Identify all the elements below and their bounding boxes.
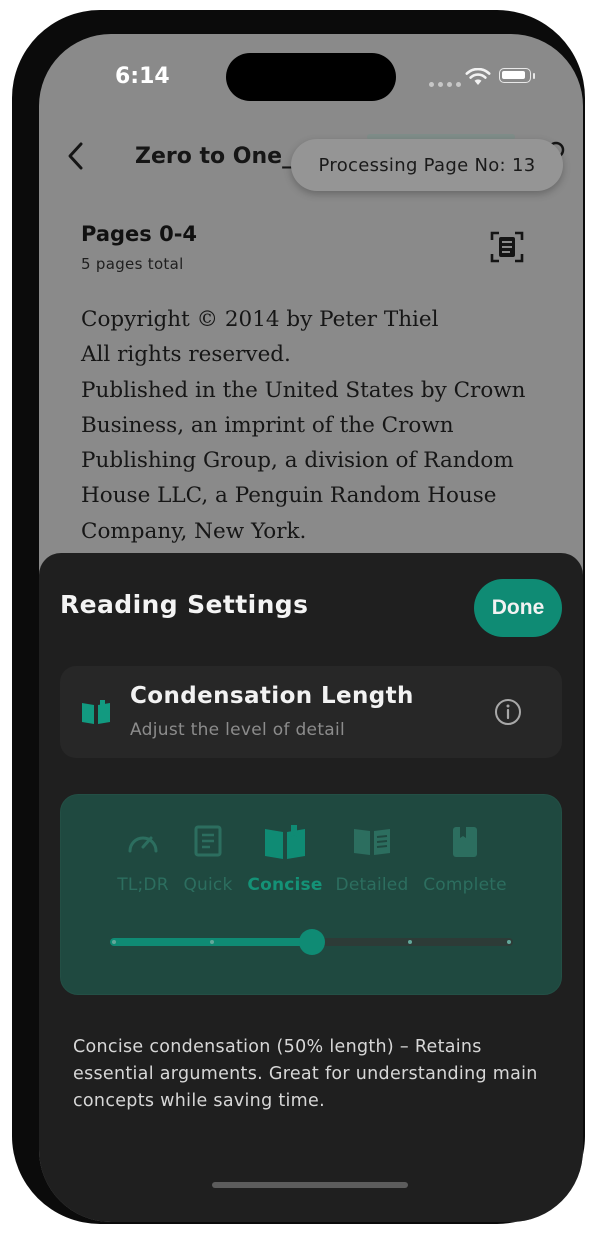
slider-thumb[interactable] — [298, 929, 325, 955]
book-text-line: House LLC, a Penguin Random House — [81, 483, 497, 509]
open-book-icon — [82, 700, 110, 724]
book-text: Copyright © 2014 by Peter Thiel All righ… — [81, 302, 551, 549]
sheet-title: Reading Settings — [60, 590, 309, 619]
processing-toast: Processing Page No: 13 — [291, 139, 563, 191]
pages-count: 5 pages total — [81, 255, 184, 273]
level-label: Concise — [247, 875, 323, 895]
level-option-detailed[interactable]: Detailed — [329, 825, 415, 895]
slider-step-dot — [507, 940, 511, 944]
book-text-line: Company, New York. — [81, 518, 307, 544]
condensation-title: Condensation Length — [130, 683, 414, 709]
wifi-icon — [465, 68, 491, 85]
condensation-level-selector: TL;DR Quick Concise Detailed Complete — [60, 794, 562, 995]
book-text-line: Business, an imprint of the Crown — [81, 412, 454, 438]
slider-step-dot — [112, 940, 116, 944]
info-icon[interactable] — [493, 697, 523, 727]
bookmark-book-icon — [453, 827, 477, 857]
screen: 6:14 Zero to One_ M Processing Page No: … — [39, 34, 583, 1222]
condensation-subtitle: Adjust the level of detail — [130, 720, 346, 740]
level-option-complete[interactable]: Complete — [422, 825, 508, 895]
book-text-line: Copyright © 2014 by Peter Thiel — [81, 307, 439, 332]
level-option-quick[interactable]: Quick — [165, 825, 251, 895]
level-option-concise[interactable]: Concise — [242, 825, 328, 895]
condensation-length-card: Condensation Length Adjust the level of … — [60, 666, 562, 758]
level-label: Complete — [423, 875, 507, 895]
open-book-icon — [265, 825, 305, 859]
speedometer-icon — [128, 836, 158, 853]
cellular-signal-icon — [429, 82, 461, 87]
chevron-left-icon[interactable] — [63, 138, 89, 174]
battery-icon — [499, 68, 531, 83]
document-icon — [194, 825, 222, 857]
book-lines-icon — [354, 829, 390, 855]
dynamic-island — [226, 53, 396, 101]
document-title: Zero to One_ M — [135, 144, 301, 169]
slider-step-dot — [408, 940, 412, 944]
pages-range-title: Pages 0-4 — [81, 222, 198, 246]
phone-frame: 6:14 Zero to One_ M Processing Page No: … — [12, 10, 585, 1224]
document-scan-icon[interactable] — [489, 230, 525, 264]
status-bar: 6:14 — [39, 34, 583, 124]
home-indicator — [212, 1182, 408, 1188]
book-text-line: Publishing Group, a division of Random — [81, 448, 514, 474]
done-button[interactable]: Done — [474, 579, 562, 637]
slider-step-dot — [210, 940, 214, 944]
level-label: Quick — [183, 875, 233, 895]
condensation-description: Concise condensation (50% length) – Reta… — [73, 1037, 538, 1111]
book-text-line: All rights reserved. — [81, 342, 291, 368]
condensation-slider[interactable] — [110, 929, 513, 955]
reading-settings-sheet: Reading Settings Done Condensation Lengt… — [39, 553, 583, 1222]
status-time: 6:14 — [115, 64, 170, 89]
book-text-line: Published in the United States by Crown — [81, 377, 526, 403]
level-label: Detailed — [335, 875, 409, 895]
